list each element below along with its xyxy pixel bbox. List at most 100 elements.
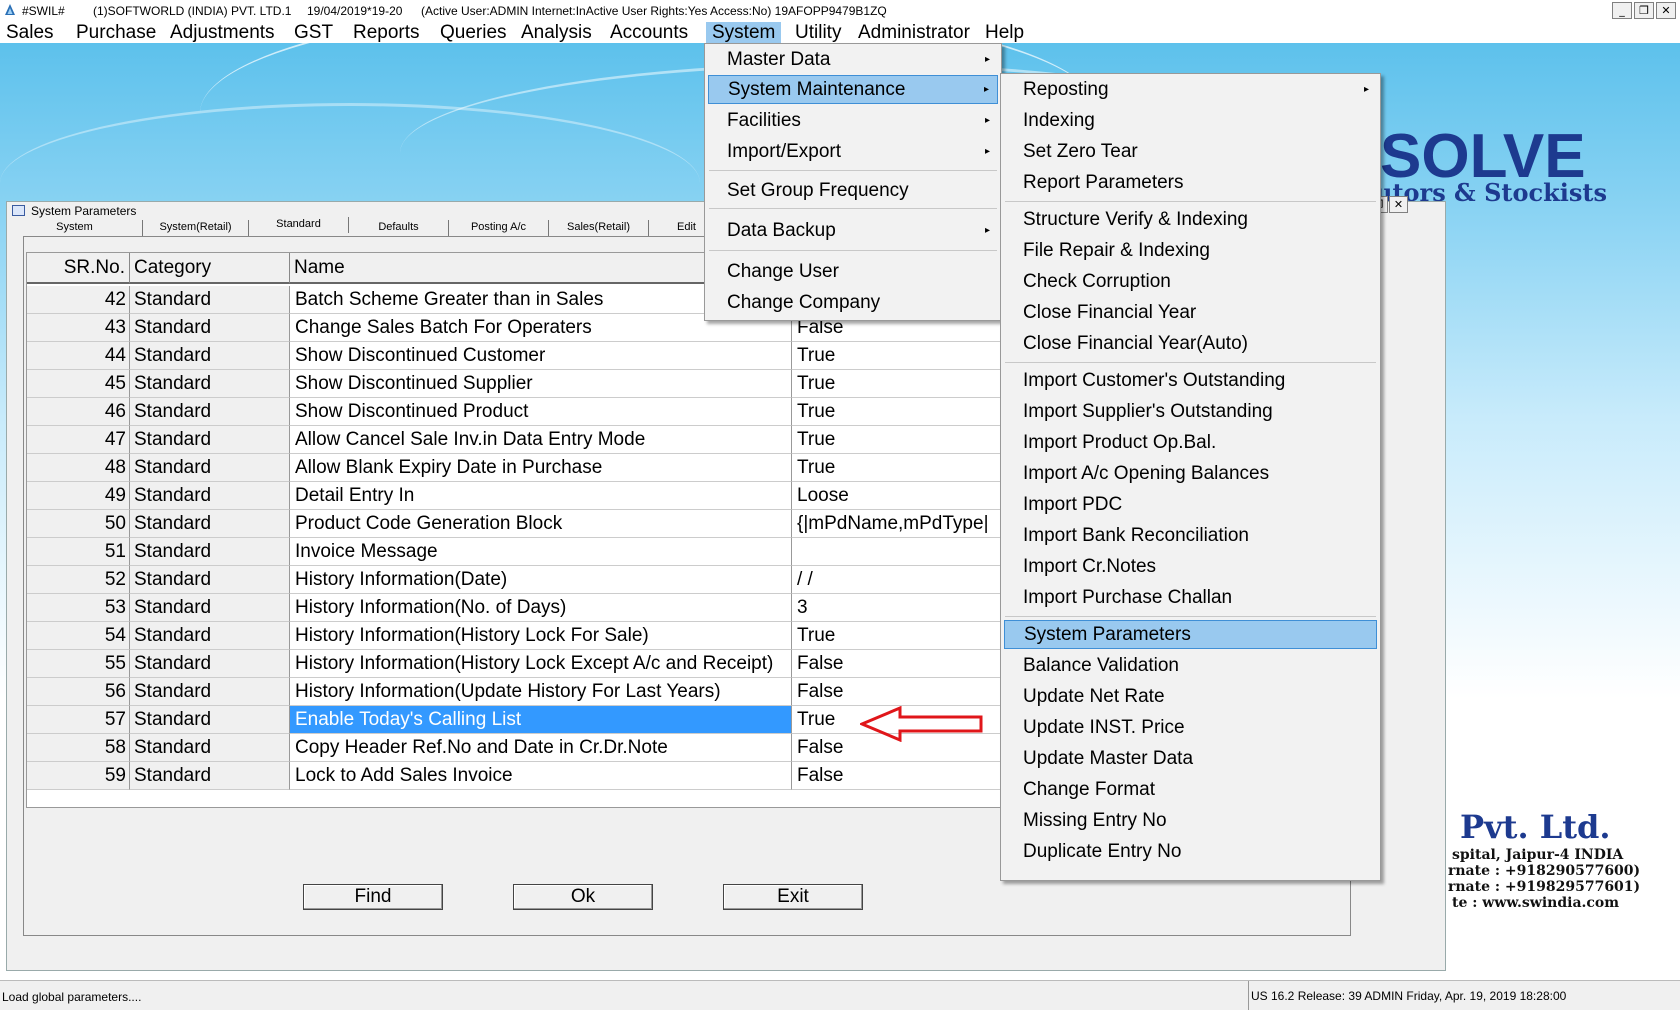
tab-standard[interactable]: Standard bbox=[249, 217, 349, 233]
cell-category[interactable]: Standard bbox=[130, 342, 290, 370]
menu-item-change-format[interactable]: Change Format bbox=[1004, 775, 1377, 804]
cell-name[interactable]: Copy Header Ref.No and Date in Cr.Dr.Not… bbox=[290, 734, 792, 762]
table-row[interactable]: 54 Standard History Information(History Lo… bbox=[27, 622, 1027, 650]
minimize-button[interactable]: _ bbox=[1612, 2, 1632, 19]
menu-item-system-parameters[interactable]: System Parameters bbox=[1004, 620, 1377, 649]
table-row[interactable]: 55 Standard History Information(History Lo… bbox=[27, 650, 1027, 678]
column-header-category[interactable]: Category bbox=[130, 253, 290, 284]
cell-value[interactable]: False bbox=[792, 650, 1027, 678]
cell-category[interactable]: Standard bbox=[130, 622, 290, 650]
cell-name[interactable]: Detail Entry In bbox=[290, 482, 792, 510]
cell-srno[interactable]: 57 bbox=[27, 706, 130, 734]
cell-name[interactable]: Show Discontinued Product bbox=[290, 398, 792, 426]
cell-srno[interactable]: 47 bbox=[27, 426, 130, 454]
cell-category[interactable]: Standard bbox=[130, 286, 290, 314]
cell-category[interactable]: Standard bbox=[130, 734, 290, 762]
cell-category[interactable]: Standard bbox=[130, 650, 290, 678]
cell-srno[interactable]: 49 bbox=[27, 482, 130, 510]
menu-item-import-bank-reconciliation[interactable]: Import Bank Reconciliation bbox=[1004, 521, 1377, 550]
menu-administrator[interactable]: Administrator bbox=[852, 22, 976, 43]
menu-item-structure-verify-indexing[interactable]: Structure Verify & Indexing bbox=[1004, 205, 1377, 234]
menu-item-import-pdc[interactable]: Import PDC bbox=[1004, 490, 1377, 519]
menu-item-balance-validation[interactable]: Balance Validation bbox=[1004, 651, 1377, 680]
cell-name[interactable]: Lock to Add Sales Invoice bbox=[290, 762, 792, 790]
table-row[interactable]: 47 Standard Allow Cancel Sale Inv.in Data … bbox=[27, 426, 1027, 454]
cell-value[interactable]: True bbox=[792, 370, 1027, 398]
menu-item-close-financial-year[interactable]: Close Financial Year bbox=[1004, 298, 1377, 327]
menu-item-import-purchase-challan[interactable]: Import Purchase Challan bbox=[1004, 583, 1377, 612]
table-row[interactable]: 46 Standard Show Discontinued Product True bbox=[27, 398, 1027, 426]
menu-item-close-financial-year-auto[interactable]: Close Financial Year(Auto) bbox=[1004, 329, 1377, 358]
cell-name[interactable]: History Information(No. of Days) bbox=[290, 594, 792, 622]
cell-srno[interactable]: 50 bbox=[27, 510, 130, 538]
menu-item-change-company[interactable]: Change Company bbox=[708, 288, 998, 317]
tab-posting-ac[interactable]: Posting A/c bbox=[449, 220, 549, 236]
tab-defaults[interactable]: Defaults bbox=[349, 220, 449, 236]
ok-button[interactable]: Ok bbox=[513, 884, 653, 910]
cell-category[interactable]: Standard bbox=[130, 398, 290, 426]
menu-item-report-parameters[interactable]: Report Parameters bbox=[1004, 168, 1377, 197]
cell-name[interactable]: Allow Cancel Sale Inv.in Data Entry Mode bbox=[290, 426, 792, 454]
cell-name[interactable]: Show Discontinued Supplier bbox=[290, 370, 792, 398]
menu-item-system-maintenance[interactable]: System Maintenance ▸ bbox=[708, 75, 998, 104]
menu-item-facilities[interactable]: Facilities ▸ bbox=[708, 106, 998, 135]
menu-item-set-group-frequency[interactable]: Set Group Frequency bbox=[708, 176, 998, 205]
table-row[interactable]: 49 Standard Detail Entry In Loose bbox=[27, 482, 1027, 510]
menu-item-check-corruption[interactable]: Check Corruption bbox=[1004, 267, 1377, 296]
menu-item-reposting[interactable]: Reposting ▸ bbox=[1004, 75, 1377, 104]
find-button[interactable]: Find bbox=[303, 884, 443, 910]
cell-name[interactable]: History Information(Date) bbox=[290, 566, 792, 594]
cell-value[interactable]: False bbox=[792, 762, 1027, 790]
cell-srno[interactable]: 54 bbox=[27, 622, 130, 650]
cell-value[interactable]: True bbox=[792, 622, 1027, 650]
cell-value[interactable]: True bbox=[792, 454, 1027, 482]
column-header-srno[interactable]: SR.No. bbox=[27, 253, 130, 284]
menu-item-missing-entry-no[interactable]: Missing Entry No bbox=[1004, 806, 1377, 835]
table-row[interactable]: 56 Standard History Information(Update His… bbox=[27, 678, 1027, 706]
menu-help[interactable]: Help bbox=[979, 22, 1030, 43]
cell-name[interactable]: History Information(Update History For L… bbox=[290, 678, 792, 706]
menu-item-import-supplier-s-outstanding[interactable]: Import Supplier's Outstanding bbox=[1004, 397, 1377, 426]
cell-srno[interactable]: 43 bbox=[27, 314, 130, 342]
cell-value[interactable] bbox=[792, 538, 1027, 566]
cell-srno[interactable]: 44 bbox=[27, 342, 130, 370]
cell-value[interactable]: Loose bbox=[792, 482, 1027, 510]
cell-srno[interactable]: 58 bbox=[27, 734, 130, 762]
menu-item-import-a-c-opening-balances[interactable]: Import A/c Opening Balances bbox=[1004, 459, 1377, 488]
menu-item-import-product-op-bal[interactable]: Import Product Op.Bal. bbox=[1004, 428, 1377, 457]
menu-item-update-net-rate[interactable]: Update Net Rate bbox=[1004, 682, 1377, 711]
cell-name[interactable]: Invoice Message bbox=[290, 538, 792, 566]
menu-item-import-cr-notes[interactable]: Import Cr.Notes bbox=[1004, 552, 1377, 581]
menu-purchase[interactable]: Purchase bbox=[70, 22, 162, 43]
cell-srno[interactable]: 55 bbox=[27, 650, 130, 678]
table-row[interactable]: 45 Standard Show Discontinued Supplier True bbox=[27, 370, 1027, 398]
menu-reports[interactable]: Reports bbox=[347, 22, 426, 43]
menu-item-import-export[interactable]: Import/Export ▸ bbox=[708, 137, 998, 166]
menu-system[interactable]: System bbox=[706, 22, 782, 43]
cell-srno[interactable]: 56 bbox=[27, 678, 130, 706]
cell-name[interactable]: History Information(History Lock For Sal… bbox=[290, 622, 792, 650]
cell-value[interactable]: True bbox=[792, 342, 1027, 370]
cell-name[interactable]: Product Code Generation Block bbox=[290, 510, 792, 538]
tab-system[interactable]: System bbox=[7, 220, 143, 236]
cell-srno[interactable]: 48 bbox=[27, 454, 130, 482]
table-row[interactable]: 44 Standard Show Discontinued Customer True bbox=[27, 342, 1027, 370]
cell-category[interactable]: Standard bbox=[130, 314, 290, 342]
table-row[interactable]: 59 Standard Lock to Add Sales Invoice False bbox=[27, 762, 1027, 790]
cell-category[interactable]: Standard bbox=[130, 538, 290, 566]
table-row[interactable]: 52 Standard History Information(Date) / / bbox=[27, 566, 1027, 594]
menu-item-data-backup[interactable]: Data Backup ▸ bbox=[708, 216, 998, 245]
cell-name[interactable]: Enable Today's Calling List bbox=[290, 706, 792, 734]
menu-item-master-data[interactable]: Master Data ▸ bbox=[708, 45, 998, 74]
tab-sales-retail[interactable]: Sales(Retail) bbox=[549, 220, 649, 236]
cell-category[interactable]: Standard bbox=[130, 706, 290, 734]
cell-srno[interactable]: 45 bbox=[27, 370, 130, 398]
window-close-button[interactable]: ✕ bbox=[1389, 196, 1408, 213]
cell-srno[interactable]: 53 bbox=[27, 594, 130, 622]
table-row[interactable]: 51 Standard Invoice Message bbox=[27, 538, 1027, 566]
cell-srno[interactable]: 52 bbox=[27, 566, 130, 594]
menu-adjustments[interactable]: Adjustments bbox=[164, 22, 281, 43]
restore-button[interactable]: ❐ bbox=[1634, 2, 1654, 19]
cell-value[interactable]: {|mPdName,mPdType| bbox=[792, 510, 1027, 538]
cell-category[interactable]: Standard bbox=[130, 370, 290, 398]
